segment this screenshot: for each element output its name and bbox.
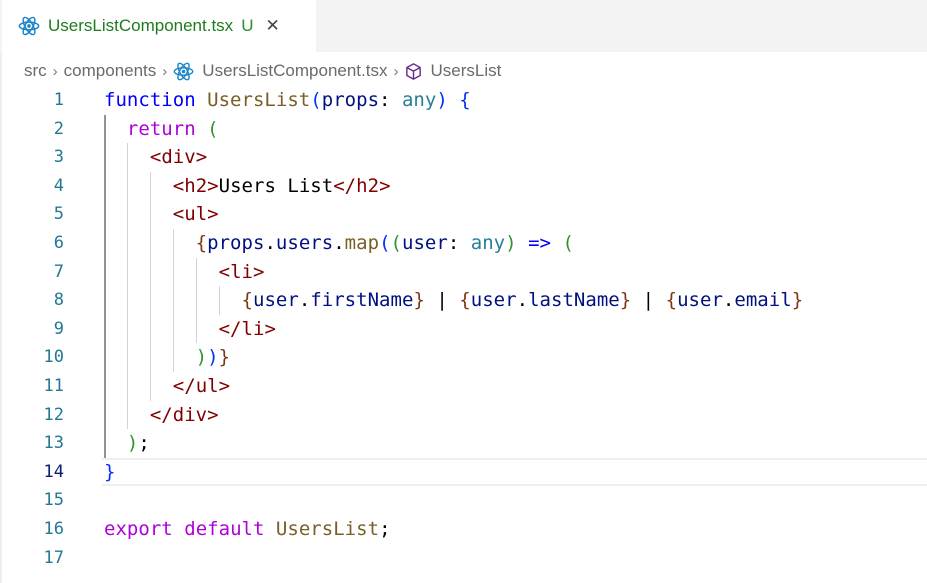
react-icon: [18, 16, 40, 36]
code-text: </li>: [218, 317, 276, 340]
chevron-right-icon: ›: [52, 62, 58, 80]
line-number: 4: [53, 175, 64, 196]
code-line: 11 </ul>: [0, 372, 927, 401]
line-number: 8: [53, 290, 64, 311]
code-line: 16 export default UsersList;: [0, 515, 927, 544]
code-line: 13 );: [0, 429, 927, 458]
close-icon[interactable]: ✕: [265, 16, 279, 36]
code-text: <h2>Users List</h2>: [172, 174, 391, 197]
code-text: export default UsersList;: [104, 517, 391, 540]
code-line: 4 <h2>Users List</h2>: [0, 172, 927, 201]
breadcrumb-item-symbol[interactable]: UsersList: [430, 61, 501, 81]
line-number: 2: [53, 118, 64, 139]
code-line: 5 <ul>: [0, 200, 927, 229]
code-text: {user.firstName} | {user.lastName} | {us…: [241, 289, 804, 312]
code-text: </ul>: [172, 374, 231, 397]
react-icon: [173, 62, 194, 80]
tab-label: UsersListComponent.tsx: [48, 16, 234, 35]
breadcrumb-item-src[interactable]: src: [24, 61, 47, 81]
code-line: 6 {props.users.map((user: any) => (: [0, 229, 927, 258]
line-number: 10: [43, 347, 64, 368]
code-text: <li>: [218, 260, 265, 283]
code-line: 3 <div>: [0, 143, 927, 172]
line-number: 5: [53, 204, 64, 225]
line-number: 11: [43, 375, 64, 396]
code-text: </div>: [149, 403, 219, 426]
line-number: 15: [43, 490, 64, 511]
code-line-active: 14 }: [0, 457, 927, 487]
code-line: 12 </div>: [0, 401, 927, 430]
line-number: 6: [53, 232, 64, 253]
code-line: 7 <li>: [0, 258, 927, 287]
code-editor[interactable]: 1 function UsersList(props: any) { 2 ret…: [0, 86, 927, 572]
code-line: 17: [0, 544, 927, 573]
code-text: {props.users.map((user: any) => (: [195, 231, 574, 254]
code-line: 9 </li>: [0, 315, 927, 344]
code-text: );: [126, 432, 150, 455]
line-number: 3: [53, 147, 64, 168]
code-text: <div>: [149, 146, 208, 169]
line-number: 16: [43, 518, 64, 539]
code-line: 8 {user.firstName} | {user.lastName} | {…: [0, 286, 927, 315]
line-number: 1: [53, 90, 64, 110]
line-number: 7: [53, 261, 64, 282]
untracked-badge: U: [241, 16, 254, 35]
line-number: 14: [43, 461, 64, 482]
code-line: 2 return (: [0, 115, 927, 144]
breadcrumb-item-components[interactable]: components: [64, 61, 157, 81]
line-number: 13: [43, 433, 64, 454]
line-number: 12: [43, 404, 64, 425]
line-number: 9: [53, 318, 64, 339]
current-line-highlight: [102, 457, 927, 487]
breadcrumb: src › components › UsersListComponent.ts…: [24, 58, 501, 84]
code-text: return (: [126, 117, 219, 140]
tab-users-list-component[interactable]: UsersListComponent.tsx U ✕: [2, 0, 316, 52]
tab-bar: UsersListComponent.tsx U ✕: [0, 0, 927, 52]
code-text: <ul>: [172, 203, 219, 226]
code-line: 10 ))}: [0, 343, 927, 372]
code-text: }: [104, 460, 116, 483]
line-number: 17: [43, 547, 64, 568]
chevron-right-icon: ›: [162, 62, 168, 80]
chevron-right-icon: ›: [393, 62, 399, 80]
code-text: function UsersList(props: any) {: [104, 89, 471, 111]
code-text: ))}: [195, 346, 231, 369]
symbol-cube-icon: [406, 62, 422, 80]
breadcrumb-item-file[interactable]: UsersListComponent.tsx: [202, 61, 387, 81]
code-line: 15: [0, 486, 927, 515]
code-line: 1 function UsersList(props: any) {: [0, 86, 927, 115]
